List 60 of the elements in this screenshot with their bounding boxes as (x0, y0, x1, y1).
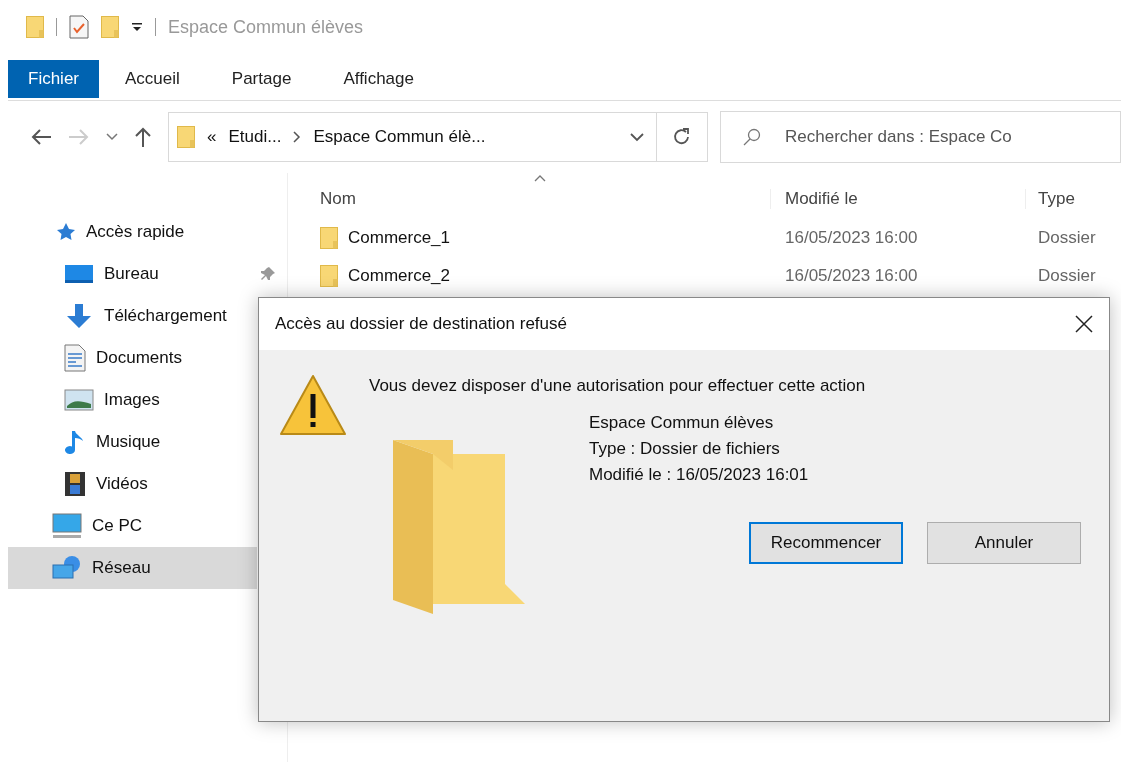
column-header[interactable]: Type (1025, 189, 1075, 209)
picture-icon (64, 389, 94, 411)
sidebar-item[interactable]: Ce PC (8, 505, 257, 547)
network-icon (52, 555, 82, 581)
properties-icon[interactable] (69, 15, 89, 39)
breadcrumb[interactable]: Etudi... (228, 127, 282, 147)
new-folder-icon (101, 16, 119, 38)
dialog-title: Accès au dossier de destination refusé (275, 314, 567, 334)
sidebar-item[interactable]: Réseau (8, 547, 257, 589)
ribbon-tab[interactable]: Affichage (317, 60, 440, 98)
sidebar-item[interactable]: Musique (8, 421, 257, 463)
folder-icon (320, 265, 338, 287)
sidebar-item[interactable]: Téléchargement (8, 295, 257, 337)
pin-icon[interactable] (260, 266, 276, 282)
folder-icon (320, 227, 338, 249)
overflow-chevron[interactable]: « (207, 127, 217, 147)
folder-icon (177, 126, 195, 148)
sidebar-item[interactable]: Accès rapide (8, 211, 257, 253)
film-icon (64, 471, 86, 497)
desktop-icon (64, 264, 94, 284)
ribbon-tab[interactable]: Accueil (99, 60, 206, 98)
dialog-button[interactable]: Recommencer (749, 522, 903, 564)
chevron-down-icon[interactable] (106, 133, 118, 141)
address-bar[interactable]: « Etudi... Espace Commun élè... (168, 112, 708, 162)
table-cell-text: 16/05/2023 16:00 (784, 228, 919, 248)
file-detail: Modifié le : 16/05/2023 16:01 (589, 464, 809, 486)
sort-caret-icon (534, 175, 546, 182)
sidebar-item[interactable]: Images (8, 379, 257, 421)
column-header[interactable]: Nom (288, 189, 770, 209)
sidebar-item[interactable]: Bureau (8, 253, 257, 295)
monitor-icon (52, 513, 82, 539)
folder-icon (26, 16, 44, 38)
music-note-icon (64, 429, 86, 455)
dropdown-icon[interactable] (131, 21, 143, 33)
search-box[interactable]: Rechercher dans : Espace Co (720, 111, 1121, 163)
sidebar-item[interactable]: Vidéos (8, 463, 257, 505)
table-cell-text: 16/05/2023 16:00 (784, 266, 919, 286)
column-header[interactable]: Modifié le (770, 189, 1025, 209)
search-icon (743, 128, 761, 146)
close-icon[interactable] (1075, 315, 1093, 333)
ribbon-tab[interactable]: Partage (205, 60, 318, 98)
dialog-message: Vous devez disposer d'une autorisation pour effectuer cette action (369, 376, 867, 396)
sidebar-item[interactable]: Documents (8, 337, 257, 379)
table-cell-text: Dossier (1037, 228, 1096, 248)
table-cell-text: Dossier (1037, 266, 1096, 286)
breadcrumb[interactable]: Espace Commun élè... (313, 127, 486, 147)
refresh-icon (673, 128, 691, 146)
chevron-right-icon (293, 131, 302, 143)
warning-icon (279, 374, 347, 436)
window-title: Espace Commun élèves (168, 16, 364, 38)
up-arrow-icon[interactable] (134, 126, 152, 148)
file-name[interactable]: Commerce_1 (348, 228, 451, 248)
chevron-down-icon[interactable] (630, 132, 644, 142)
ribbon-tab[interactable]: Fichier (8, 60, 99, 98)
back-arrow-icon[interactable] (30, 128, 52, 146)
file-detail: Espace Commun élèves (589, 412, 775, 434)
dialog-button[interactable]: Annuler (927, 522, 1081, 564)
file-detail: Type : Dossier de fichiers (589, 438, 781, 460)
file-name[interactable]: Commerce_2 (348, 266, 451, 286)
document-icon (64, 344, 86, 372)
